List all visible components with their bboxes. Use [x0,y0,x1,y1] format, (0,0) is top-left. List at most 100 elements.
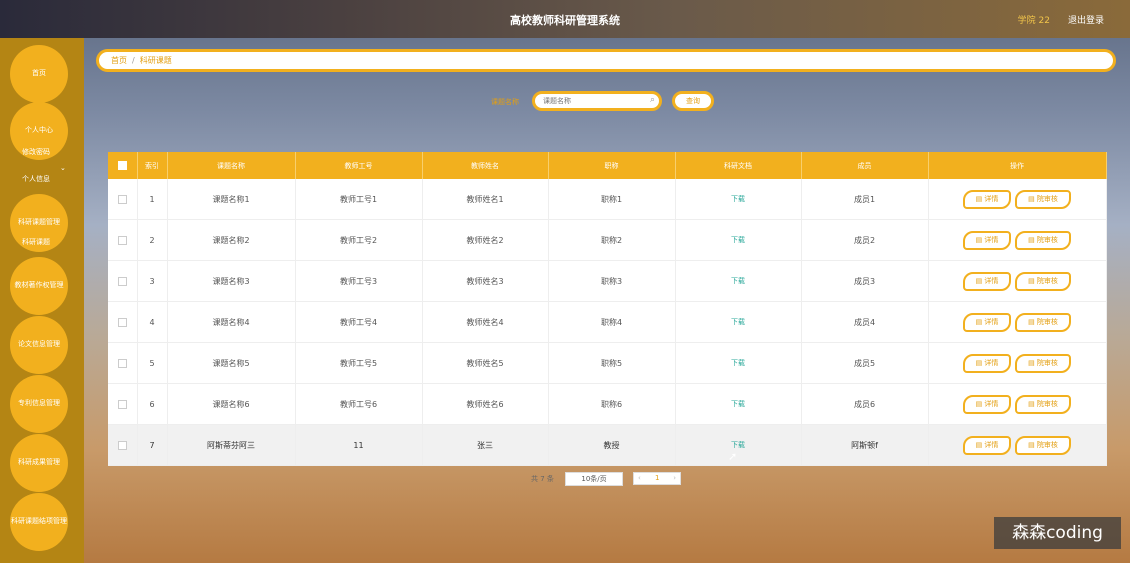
sidebar-item-label: 科研课题管理 [18,218,60,226]
next-page-button[interactable]: › [673,474,676,482]
review-button[interactable]: ▤ 院审核 [1015,394,1071,414]
row-checkbox[interactable] [117,235,127,245]
search-field[interactable]: ⌕ [532,91,662,111]
sidebar-subitem-change-password[interactable]: 修改密码 [22,147,50,157]
sidebar-item-result-mgmt[interactable]: 科研成果管理 [10,434,68,492]
download-link[interactable]: 下载 [731,277,745,285]
cell-doc: 下载 [675,342,802,384]
review-button[interactable]: ▤ 院审核 [1015,312,1071,332]
review-button-label: 院审核 [1036,358,1058,367]
logout-link[interactable]: 退出登录 [1068,13,1104,26]
row-select-cell [108,424,138,466]
review-button-label: 院审核 [1036,276,1058,285]
row-checkbox[interactable] [117,194,127,204]
sidebar-item-patent-mgmt[interactable]: 专利信息管理 [10,375,68,433]
row-select-cell [108,219,138,261]
download-link[interactable]: 下载 [731,400,745,408]
search-input[interactable] [543,94,643,108]
search-icon: ⌕ [649,95,655,105]
detail-button[interactable]: ▤ 详情 [963,394,1011,414]
mouse-cursor-icon: ➚ [728,450,738,463]
sidebar-subitem-personal-info[interactable]: 个人信息 [22,174,50,184]
cell-index: 6 [137,383,168,425]
review-button-label: 院审核 [1036,194,1058,203]
cell-teacher-name: 教师姓名1 [422,179,549,220]
download-link[interactable]: 下载 [731,441,745,449]
sidebar-item-label: 专利信息管理 [18,399,60,407]
current-page[interactable]: 1 [655,474,659,482]
cell-actions: ▤ 详情 ▤ 院审核 [928,179,1107,220]
cell-teacher-no: 教师工号3 [295,260,423,302]
column-header: 职称 [548,152,676,179]
cell-index: 5 [137,342,168,384]
sidebar: 首页 个人中心 ⌄ 修改密码 个人信息 科研课题管理 科研课题 教材著作权管理 … [0,38,84,563]
detail-button[interactable]: ▤ 详情 [963,230,1011,250]
sidebar-subitem-project[interactable]: 科研课题 [22,237,50,247]
breadcrumb-home[interactable]: 首页 [111,56,127,65]
search-button[interactable]: 查询 [672,91,714,111]
cell-actions: ▤ 详情 ▤ 院审核 [928,383,1107,425]
row-checkbox[interactable] [117,358,127,368]
review-button[interactable]: ▤ 院审核 [1015,271,1071,291]
cell-doc: 下载 [675,179,802,220]
review-button-label: 院审核 [1036,440,1058,449]
select-all-checkbox[interactable] [117,161,127,170]
review-button[interactable]: ▤ 院审核 [1015,435,1071,455]
cell-title: 课题名称2 [167,219,296,261]
cell-doc: 下载 [675,424,802,466]
cell-title: 课题名称3 [167,260,296,302]
download-link[interactable]: 下载 [731,359,745,367]
cell-title: 课题名称5 [167,342,296,384]
review-button[interactable]: ▤ 院审核 [1015,230,1071,250]
sidebar-item-label: 科研成果管理 [18,458,60,466]
sidebar-item-home[interactable]: 首页 [10,45,68,103]
detail-button-label: 详情 [984,358,999,367]
prev-page-button[interactable]: ‹ [638,474,641,482]
download-link[interactable]: 下载 [731,236,745,244]
review-button[interactable]: ▤ 院审核 [1015,353,1071,373]
page-size-select[interactable]: 10条/页 [565,472,623,486]
detail-button[interactable]: ▤ 详情 [963,312,1011,332]
column-header: 科研文档 [675,152,802,179]
cell-teacher-no: 教师工号6 [295,383,423,425]
detail-button-label: 详情 [984,276,999,285]
cell-teacher-name: 教师姓名6 [422,383,549,425]
breadcrumb: 首页 / 科研课题 [96,49,1116,72]
cell-title: 课题名称6 [167,383,296,425]
row-select-cell [108,260,138,302]
cell-teacher-name: 教师姓名3 [422,260,549,302]
total-count: 共 7 条 [531,475,554,483]
cell-member: 成员6 [801,383,929,425]
detail-button[interactable]: ▤ 详情 [963,353,1011,373]
detail-button[interactable]: ▤ 详情 [963,435,1011,455]
cell-doc: 下载 [675,301,802,343]
review-button[interactable]: ▤ 院审核 [1015,189,1071,209]
row-checkbox[interactable] [117,399,127,409]
download-link[interactable]: 下载 [731,195,745,203]
row-select-cell [108,301,138,343]
sidebar-item-textbook-mgmt[interactable]: 教材著作权管理 [10,257,68,315]
detail-button[interactable]: ▤ 详情 [963,189,1011,209]
top-bar: 高校教师科研管理系统 学院 22 退出登录 [0,0,1130,38]
row-checkbox[interactable] [117,276,127,286]
column-header: 索引 [137,152,168,179]
cell-teacher-name: 教师姓名4 [422,301,549,343]
cell-rank: 职称3 [548,260,676,302]
column-header: 教师姓名 [422,152,549,179]
sidebar-item-closure-mgmt[interactable]: 科研课题结项管理 [10,493,68,551]
row-checkbox[interactable] [117,317,127,327]
review-button-label: 院审核 [1036,235,1058,244]
cell-actions: ▤ 详情 ▤ 院审核 [928,260,1107,302]
cell-teacher-no: 教师工号2 [295,219,423,261]
cell-actions: ▤ 详情 ▤ 院审核 [928,301,1107,343]
document-icon: ▤ [1028,235,1037,244]
cell-index: 7 [137,424,168,466]
chevron-down-icon[interactable]: ⌄ [60,164,66,172]
column-header: 成员 [801,152,929,179]
row-checkbox[interactable] [117,440,127,450]
cell-member: 成员1 [801,179,929,220]
select-all-cell [108,152,138,179]
sidebar-item-paper-mgmt[interactable]: 论文信息管理 [10,316,68,374]
download-link[interactable]: 下载 [731,318,745,326]
detail-button[interactable]: ▤ 详情 [963,271,1011,291]
